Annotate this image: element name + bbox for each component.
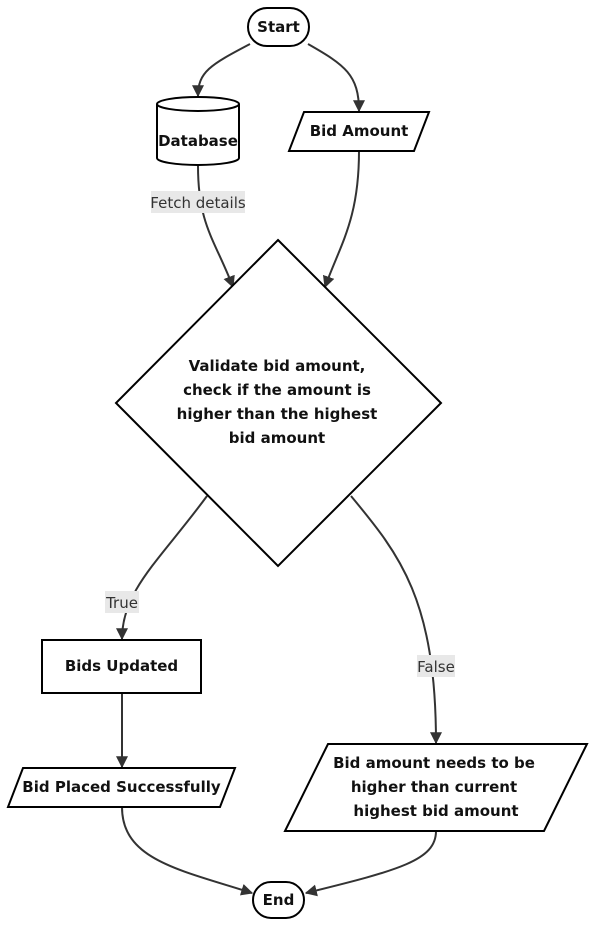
svg-text:higher than current: higher than current (351, 778, 517, 796)
start-node: Start (247, 7, 310, 47)
edge-start-bid-amount (307, 43, 365, 113)
bid-error-node: Bid amount needs to be higher than curre… (283, 743, 589, 832)
svg-text:Bids Updated: Bids Updated (65, 657, 178, 675)
svg-text:End: End (263, 891, 295, 909)
edge-bid-error-end (304, 830, 437, 897)
svg-text:Start: Start (257, 18, 300, 36)
decision-node: Validate bid amount, check if the amount… (114, 238, 443, 568)
svg-text:Bid Placed Successfully: Bid Placed Successfully (22, 778, 221, 796)
svg-text:Fetch details: Fetch details (150, 194, 246, 212)
svg-text:Database: Database (158, 132, 238, 150)
svg-text:Bid Amount: Bid Amount (310, 122, 409, 140)
edge-bid-amount-decision (322, 150, 360, 289)
end-node: End (252, 881, 305, 919)
svg-text:check if the amount is: check if the amount is (183, 381, 371, 399)
edge-label-true: True (105, 591, 139, 613)
edge-start-database (192, 43, 251, 98)
edge-decision-bid-error (350, 495, 442, 745)
svg-text:Validate bid amount,: Validate bid amount, (189, 357, 366, 375)
bids-updated-node: Bids Updated (41, 639, 202, 694)
edge-bid-placed-end (121, 806, 254, 896)
edge-database-decision (197, 165, 235, 289)
edge-label-fetch-details: Fetch details (150, 191, 246, 213)
svg-text:True: True (105, 594, 138, 612)
svg-text:bid amount: bid amount (229, 429, 325, 447)
edge-decision-bids-updated (116, 495, 208, 641)
database-node: Database (156, 96, 240, 166)
bid-placed-node: Bid Placed Successfully (6, 767, 237, 808)
svg-text:Bid amount needs to be: Bid amount needs to be (333, 754, 535, 772)
edge-label-false: False (417, 655, 455, 677)
flowchart: Fetch details True False Start Database … (6, 7, 589, 919)
bid-amount-node: Bid Amount (287, 111, 431, 152)
svg-text:False: False (417, 658, 455, 676)
svg-text:higher than the highest: higher than the highest (177, 405, 378, 423)
svg-text:highest bid amount: highest bid amount (353, 802, 518, 820)
